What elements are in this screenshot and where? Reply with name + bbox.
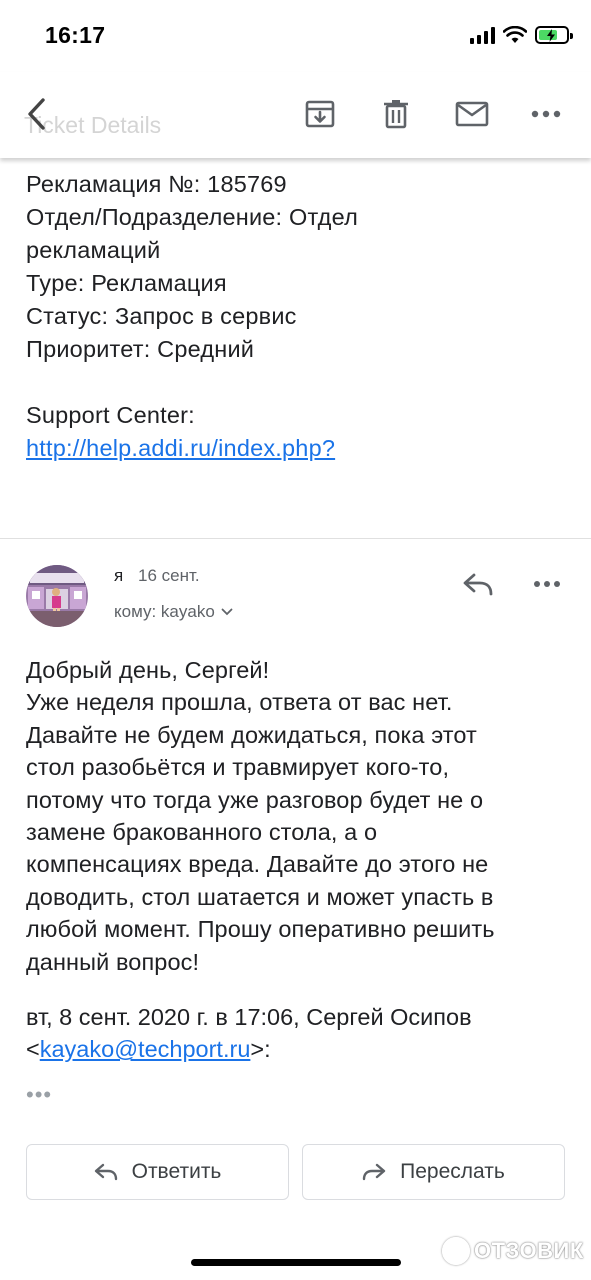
- avatar[interactable]: [26, 565, 88, 627]
- archive-button[interactable]: [300, 94, 340, 134]
- watermark-logo-icon: [442, 1237, 470, 1265]
- more-options-button[interactable]: [528, 94, 564, 134]
- body-line: Добрый день, Сергей!: [26, 657, 270, 683]
- battery-icon: [535, 26, 573, 44]
- body-line: замене бракованного стола, а о: [26, 819, 378, 846]
- mail-icon: [455, 101, 489, 127]
- body-line: компенсациях вреда. Давайте до этого не: [26, 851, 489, 878]
- body-line: Давайте не будем дожидаться, пока этот: [26, 721, 477, 748]
- body-line: стол разобьётся и травмирует кого-то,: [26, 754, 450, 781]
- show-trimmed-content-button[interactable]: •••: [26, 1082, 52, 1108]
- more-horizontal-icon: [531, 110, 561, 118]
- back-button[interactable]: [18, 94, 54, 134]
- support-center-label: Support Center:: [26, 402, 195, 428]
- watermark: ОТЗОВИК: [442, 1237, 584, 1265]
- body-line: доводить, стол шатается и может упасть в: [26, 883, 494, 910]
- cellular-signal-icon: [470, 26, 495, 44]
- forward-icon: [362, 1163, 386, 1181]
- status-time: 16:17: [45, 22, 106, 48]
- quoted-header: вт, 8 сент. 2020 г. в 17:06, Сергей Осип…: [26, 1001, 571, 1066]
- quote-open: <: [26, 1036, 40, 1063]
- ticket-details: Рекламация №: 185769 Отдел/Подразделение…: [26, 168, 576, 465]
- body-line: данный вопрос!: [26, 948, 200, 975]
- body-line: любой момент. Прошу оперативно решить: [26, 916, 495, 943]
- mark-unread-button[interactable]: [452, 94, 492, 134]
- ticket-line: Статус: Запрос в сервис: [26, 303, 297, 329]
- app-toolbar: Ticket Details: [0, 72, 591, 158]
- ticket-line: рекламаций: [26, 237, 161, 263]
- message-body: Добрый день, Сергей! Уже неделя прошла, …: [26, 654, 571, 978]
- ticket-line: Type: Рекламация: [26, 270, 227, 296]
- more-horizontal-icon: [534, 581, 560, 587]
- chevron-left-icon: [28, 98, 45, 130]
- ticket-line: Рекламация №: 185769: [26, 171, 287, 197]
- watermark-text: ОТЗОВИК: [474, 1238, 584, 1263]
- message-more-button[interactable]: [530, 568, 564, 600]
- quote-close: >:: [250, 1036, 271, 1063]
- forward-label: Переслать: [400, 1160, 505, 1183]
- home-indicator[interactable]: [191, 1259, 401, 1266]
- trash-icon: [384, 100, 408, 129]
- reply-button[interactable]: Ответить: [26, 1144, 289, 1200]
- message-divider: [0, 538, 591, 539]
- status-bar: 16:17: [0, 0, 591, 72]
- archive-icon: [305, 100, 335, 128]
- wifi-icon: [503, 26, 527, 43]
- reply-icon-button[interactable]: [460, 568, 496, 600]
- forward-button[interactable]: Переслать: [302, 1144, 565, 1200]
- reply-icon: [94, 1163, 117, 1181]
- quote-email-link[interactable]: kayako@techport.ru: [40, 1036, 251, 1062]
- reply-label: Ответить: [131, 1160, 222, 1183]
- sender-name: я: [114, 566, 124, 585]
- chevron-down-icon: [221, 608, 233, 616]
- reply-icon: [463, 573, 493, 596]
- quote-line: вт, 8 сент. 2020 г. в 17:06, Сергей Осип…: [26, 1004, 472, 1030]
- message-date: 16 сент.: [138, 566, 200, 585]
- recipient-label: кому: kayako: [114, 602, 215, 621]
- body-line: Уже неделя прошла, ответа от вас нет.: [26, 689, 453, 716]
- ticket-line: Приоритет: Средний: [26, 336, 255, 362]
- status-icons: [470, 26, 573, 44]
- support-center-link[interactable]: http://help.addi.ru/index.php?: [26, 435, 335, 461]
- ticket-line: Отдел/Подразделение: Отдел: [26, 204, 358, 230]
- recipient-toggle[interactable]: кому: kayako: [114, 602, 233, 622]
- body-line: потому что тогда уже разговор будет не о: [26, 786, 484, 813]
- delete-button[interactable]: [376, 94, 416, 134]
